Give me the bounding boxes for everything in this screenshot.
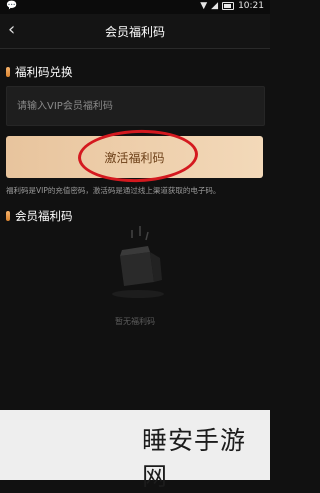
empty-state-text: 暂无福利码 [115, 317, 155, 326]
section-marker-icon [6, 67, 10, 77]
wechat-icon: 💬 [6, 1, 18, 11]
top-bar: ‹ 会员福利码 [0, 14, 270, 49]
page-title: 会员福利码 [104, 25, 165, 39]
watermark-text: 睡安手游网 [142, 426, 247, 491]
code-input-box[interactable] [6, 86, 265, 126]
empty-box-icon [112, 226, 164, 298]
signal-icon: ◢ [211, 1, 219, 11]
redeem-section-header: 福利码兑换 [6, 64, 73, 80]
hint-text: 福利码是VIP的充值密码，激活码是通过线上渠道获取的电子码。 [6, 186, 221, 195]
redeem-section-title: 福利码兑换 [15, 65, 73, 79]
welfare-code-input[interactable] [7, 87, 264, 125]
battery-icon [222, 2, 235, 10]
section-marker-icon [6, 211, 10, 221]
status-icons: ▼ ◢ 10:21 [200, 1, 264, 11]
status-time: 10:21 [238, 1, 264, 11]
member-section-header: 会员福利码 [6, 208, 73, 224]
wifi-icon: ▼ [200, 1, 208, 11]
status-bar: 💬 ▼ ◢ 10:21 [0, 0, 270, 14]
member-section-title: 会员福利码 [15, 209, 73, 223]
